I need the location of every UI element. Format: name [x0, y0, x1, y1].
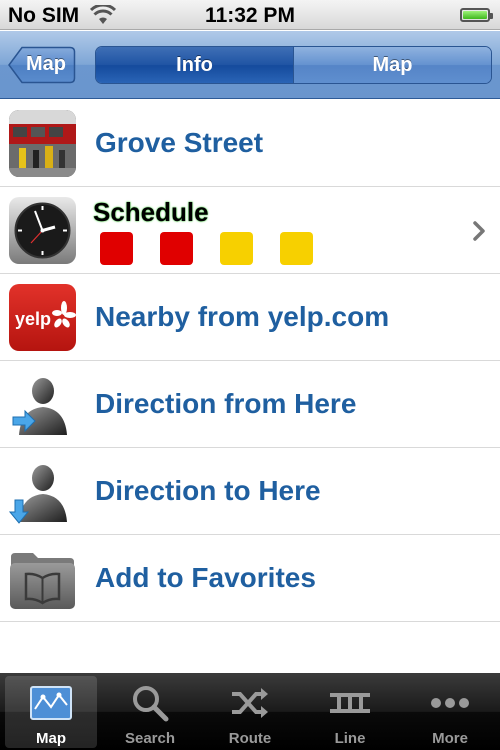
list-item-schedule[interactable]: Schedule: [0, 187, 500, 274]
shuffle-icon: [232, 688, 268, 718]
back-button-label: Map: [26, 53, 66, 75]
navigation-bar: Map Info Map: [0, 31, 500, 99]
chevron-right-icon: [473, 221, 485, 241]
tab-more[interactable]: More: [404, 676, 496, 748]
list-item-label: Direction to Here: [95, 475, 321, 506]
clock: 11:32 PM: [205, 4, 295, 27]
schedule-square: [220, 232, 253, 265]
list-item-label: Add to Favorites: [95, 562, 316, 593]
tab-label: Search: [124, 730, 176, 747]
schedule-square: [280, 232, 313, 265]
segment-map[interactable]: Map: [294, 47, 491, 83]
yelp-icon: yelp: [9, 284, 76, 351]
search-icon: [133, 686, 169, 722]
track-icon: [330, 693, 370, 713]
tab-bar: Map Search Route Line More: [0, 673, 500, 750]
tab-label: Line: [334, 730, 366, 747]
person-arrow-down-icon: [9, 458, 76, 525]
map-icon: [30, 686, 72, 720]
info-list: Grove Street Schedule yelp Nearby from y…: [0, 100, 500, 622]
more-icon: [431, 698, 469, 708]
list-item-direction-to[interactable]: Direction to Here: [0, 448, 500, 535]
schedule-label: Schedule: [93, 197, 209, 227]
tab-label: More: [432, 730, 468, 747]
tab-map[interactable]: Map: [5, 676, 97, 748]
battery-icon: [460, 8, 493, 22]
tab-line[interactable]: Line: [304, 676, 396, 748]
list-item-label: Nearby from yelp.com: [95, 301, 390, 332]
person-arrow-right-icon: [9, 371, 76, 438]
back-button[interactable]: Map: [8, 46, 76, 84]
list-item-label: Direction from Here: [95, 388, 357, 419]
list-item-nearby[interactable]: yelp Nearby from yelp.com: [0, 274, 500, 361]
yelp-logo-text: yelp: [15, 309, 51, 329]
schedule-square: [100, 232, 133, 265]
list-item-label: Grove Street: [95, 127, 264, 158]
folder-book-icon: [9, 545, 76, 612]
list-item-direction-from[interactable]: Direction from Here: [0, 361, 500, 448]
list-item-station[interactable]: Grove Street: [0, 100, 500, 187]
list-item-favorites[interactable]: Add to Favorites: [0, 535, 500, 622]
segmented-control: Info Map: [95, 46, 492, 84]
schedule-square: [160, 232, 193, 265]
clock-icon: [9, 197, 76, 264]
status-bar: No SIM 11:32 PM: [0, 0, 500, 30]
station-photo-icon: [9, 110, 76, 177]
tab-label: Route: [228, 730, 272, 747]
tab-route[interactable]: Route: [204, 676, 296, 748]
tab-label: Map: [36, 730, 66, 747]
segment-info[interactable]: Info: [96, 47, 294, 83]
tab-search[interactable]: Search: [104, 676, 196, 748]
